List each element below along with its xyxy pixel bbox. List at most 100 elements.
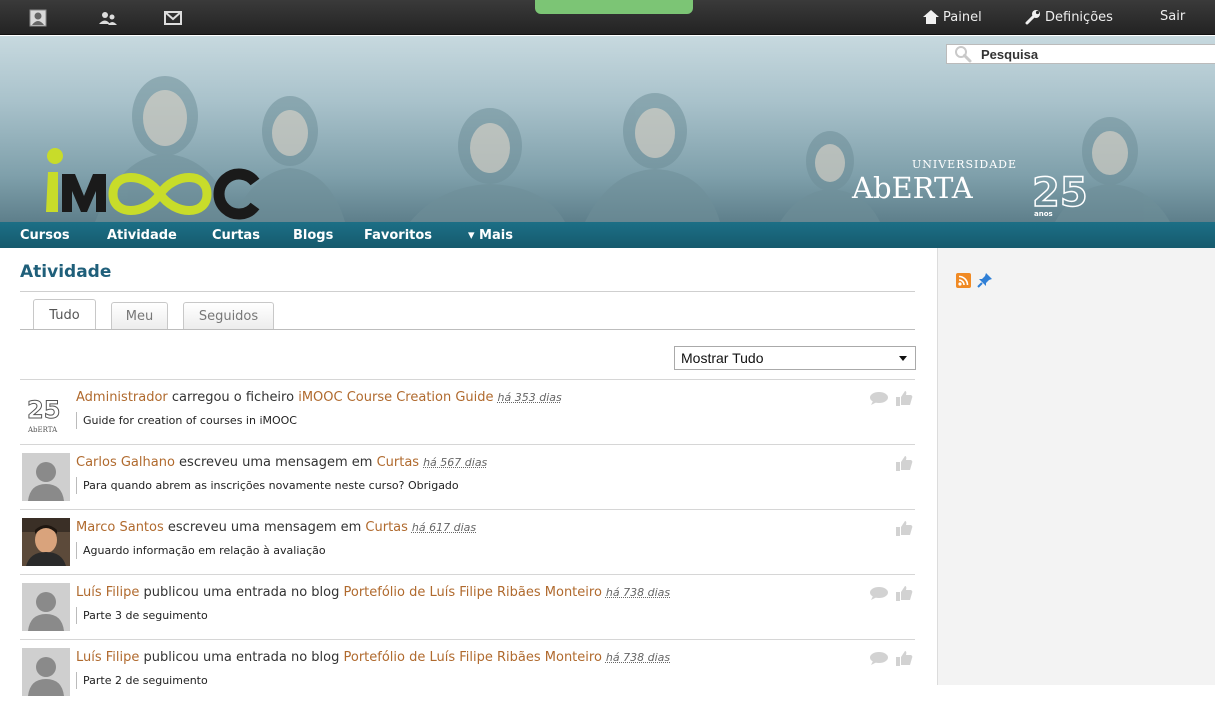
actor-link[interactable]: Carlos Galhano bbox=[76, 455, 175, 470]
search-icon bbox=[955, 46, 972, 63]
timestamp[interactable]: há 353 dias bbox=[498, 391, 562, 404]
timestamp[interactable]: há 567 dias bbox=[423, 456, 487, 469]
logout-label: Sair bbox=[1160, 9, 1186, 24]
activity-headline: Administrador carregou o ficheiro iMOOC … bbox=[76, 390, 562, 405]
object-link[interactable]: Curtas bbox=[365, 520, 408, 535]
svg-text:UNIVERSIDADE: UNIVERSIDADE bbox=[912, 158, 1017, 171]
action-text: publicou uma entrada no blog bbox=[139, 650, 344, 665]
activity-description: Parte 2 de seguimento bbox=[76, 672, 208, 689]
search-input[interactable] bbox=[979, 45, 1199, 63]
object-link[interactable]: Portefólio de Luís Filipe Ribães Monteir… bbox=[344, 585, 602, 600]
timestamp[interactable]: há 738 dias bbox=[606, 586, 670, 599]
object-link[interactable]: iMOOC Course Creation Guide bbox=[298, 390, 493, 405]
object-link[interactable]: Curtas bbox=[377, 455, 420, 470]
activity-actions bbox=[895, 455, 913, 471]
home-icon bbox=[923, 10, 939, 24]
svg-text:25: 25 bbox=[27, 396, 60, 424]
avatar[interactable]: 25 AbERTA bbox=[22, 388, 70, 436]
profile-icon[interactable] bbox=[28, 8, 48, 28]
sidebar bbox=[937, 248, 1215, 685]
activity-actions bbox=[895, 520, 913, 536]
tabs-divider bbox=[20, 329, 915, 330]
timestamp[interactable]: há 617 dias bbox=[412, 521, 476, 534]
nav-item-cursos[interactable]: Cursos bbox=[20, 228, 70, 243]
nav-item-curtas[interactable]: Curtas bbox=[212, 228, 260, 243]
like-icon[interactable] bbox=[895, 585, 913, 601]
dashboard-label: Painel bbox=[943, 9, 982, 25]
activity-description: Aguardo informação em relação à avaliaçã… bbox=[76, 542, 326, 559]
main-nav: Cursos Atividade Curtas Blogs Favoritos … bbox=[0, 222, 1215, 248]
tab-meu[interactable]: Meu bbox=[111, 302, 168, 330]
pin-icon[interactable] bbox=[976, 271, 994, 289]
actor-link[interactable]: Luís Filipe bbox=[76, 650, 139, 665]
settings-link[interactable]: Definições bbox=[1024, 9, 1113, 25]
action-text: publicou uma entrada no blog bbox=[139, 585, 344, 600]
user-photo-icon bbox=[22, 518, 70, 566]
nav-item-blogs[interactable]: Blogs bbox=[293, 228, 333, 243]
nav-item-atividade[interactable]: Atividade bbox=[107, 228, 177, 243]
avatar[interactable] bbox=[22, 453, 70, 501]
settings-label: Definições bbox=[1045, 9, 1113, 25]
activity-description: Para quando abrem as inscrições novament… bbox=[76, 477, 459, 494]
nav-item-mais[interactable]: ▾ Mais bbox=[468, 228, 513, 243]
top-progress-tab[interactable] bbox=[535, 0, 693, 14]
activity-filter-value: Mostrar Tudo bbox=[681, 350, 764, 366]
comment-icon[interactable] bbox=[869, 651, 889, 665]
list-item: 25 AbERTA Administrador carregou o fiche… bbox=[20, 379, 915, 444]
activity-description: Guide for creation of courses in iMOOC bbox=[76, 412, 297, 429]
avatar[interactable] bbox=[22, 648, 70, 696]
tab-seguidos[interactable]: Seguidos bbox=[183, 302, 274, 330]
default-avatar-icon bbox=[22, 583, 70, 631]
activity-headline: Carlos Galhano escreveu uma mensagem em … bbox=[76, 455, 487, 470]
like-icon[interactable] bbox=[895, 455, 913, 471]
friends-icon[interactable] bbox=[98, 8, 118, 28]
wrench-icon bbox=[1025, 10, 1040, 25]
messages-icon[interactable] bbox=[163, 8, 183, 28]
object-link[interactable]: Portefólio de Luís Filipe Ribães Monteir… bbox=[344, 650, 602, 665]
list-item: Luís Filipe publicou uma entrada no blog… bbox=[20, 639, 915, 704]
like-icon[interactable] bbox=[895, 650, 913, 666]
svg-text:AbERTA: AbERTA bbox=[851, 171, 974, 205]
top-bar: Painel Definições Sair bbox=[0, 0, 1215, 35]
activity-headline: Luís Filipe publicou uma entrada no blog… bbox=[76, 585, 670, 600]
action-text: carregou o ficheiro bbox=[167, 390, 299, 405]
list-item: Marco Santos escreveu uma mensagem em Cu… bbox=[20, 509, 915, 574]
comment-icon[interactable] bbox=[869, 391, 889, 405]
list-item: Carlos Galhano escreveu uma mensagem em … bbox=[20, 444, 915, 509]
svg-text:anos: anos bbox=[1034, 210, 1053, 218]
like-icon[interactable] bbox=[895, 520, 913, 536]
chevron-down-icon bbox=[899, 356, 907, 361]
activity-headline: Marco Santos escreveu uma mensagem em Cu… bbox=[76, 520, 476, 535]
list-item: Luís Filipe publicou uma entrada no blog… bbox=[20, 574, 915, 639]
activity-actions bbox=[869, 390, 913, 406]
activity-description: Parte 3 de seguimento bbox=[76, 607, 208, 624]
default-avatar-icon bbox=[22, 648, 70, 696]
activity-feed: 25 AbERTA Administrador carregou o fiche… bbox=[20, 379, 915, 704]
search-box[interactable] bbox=[946, 44, 1215, 64]
universidade-aberta-logo: UNIVERSIDADE AbERTA 25 anos bbox=[851, 158, 1088, 218]
timestamp[interactable]: há 738 dias bbox=[606, 651, 670, 664]
logout-link[interactable]: Sair bbox=[1160, 9, 1185, 24]
tab-tudo[interactable]: Tudo bbox=[33, 299, 96, 330]
activity-actions bbox=[869, 585, 913, 601]
aberta-logo-icon: 25 AbERTA bbox=[22, 388, 70, 436]
action-text: escreveu uma mensagem em bbox=[174, 455, 377, 470]
actor-link[interactable]: Administrador bbox=[76, 390, 168, 405]
svg-text:AbERTA: AbERTA bbox=[27, 426, 58, 434]
activity-headline: Luís Filipe publicou uma entrada no blog… bbox=[76, 650, 670, 665]
default-avatar-icon bbox=[22, 453, 70, 501]
page-title: Atividade bbox=[20, 262, 112, 282]
rss-icon[interactable] bbox=[956, 273, 971, 288]
dashboard-link[interactable]: Painel bbox=[922, 9, 982, 25]
nav-item-favoritos[interactable]: Favoritos bbox=[364, 228, 432, 243]
like-icon[interactable] bbox=[895, 390, 913, 406]
action-text: escreveu uma mensagem em bbox=[163, 520, 366, 535]
avatar[interactable] bbox=[22, 583, 70, 631]
avatar[interactable] bbox=[22, 518, 70, 566]
actor-link[interactable]: Luís Filipe bbox=[76, 585, 139, 600]
activity-filter-select[interactable]: Mostrar Tudo bbox=[674, 346, 916, 370]
comment-icon[interactable] bbox=[869, 586, 889, 600]
title-divider bbox=[20, 291, 915, 292]
actor-link[interactable]: Marco Santos bbox=[76, 520, 164, 535]
activity-actions bbox=[869, 650, 913, 666]
